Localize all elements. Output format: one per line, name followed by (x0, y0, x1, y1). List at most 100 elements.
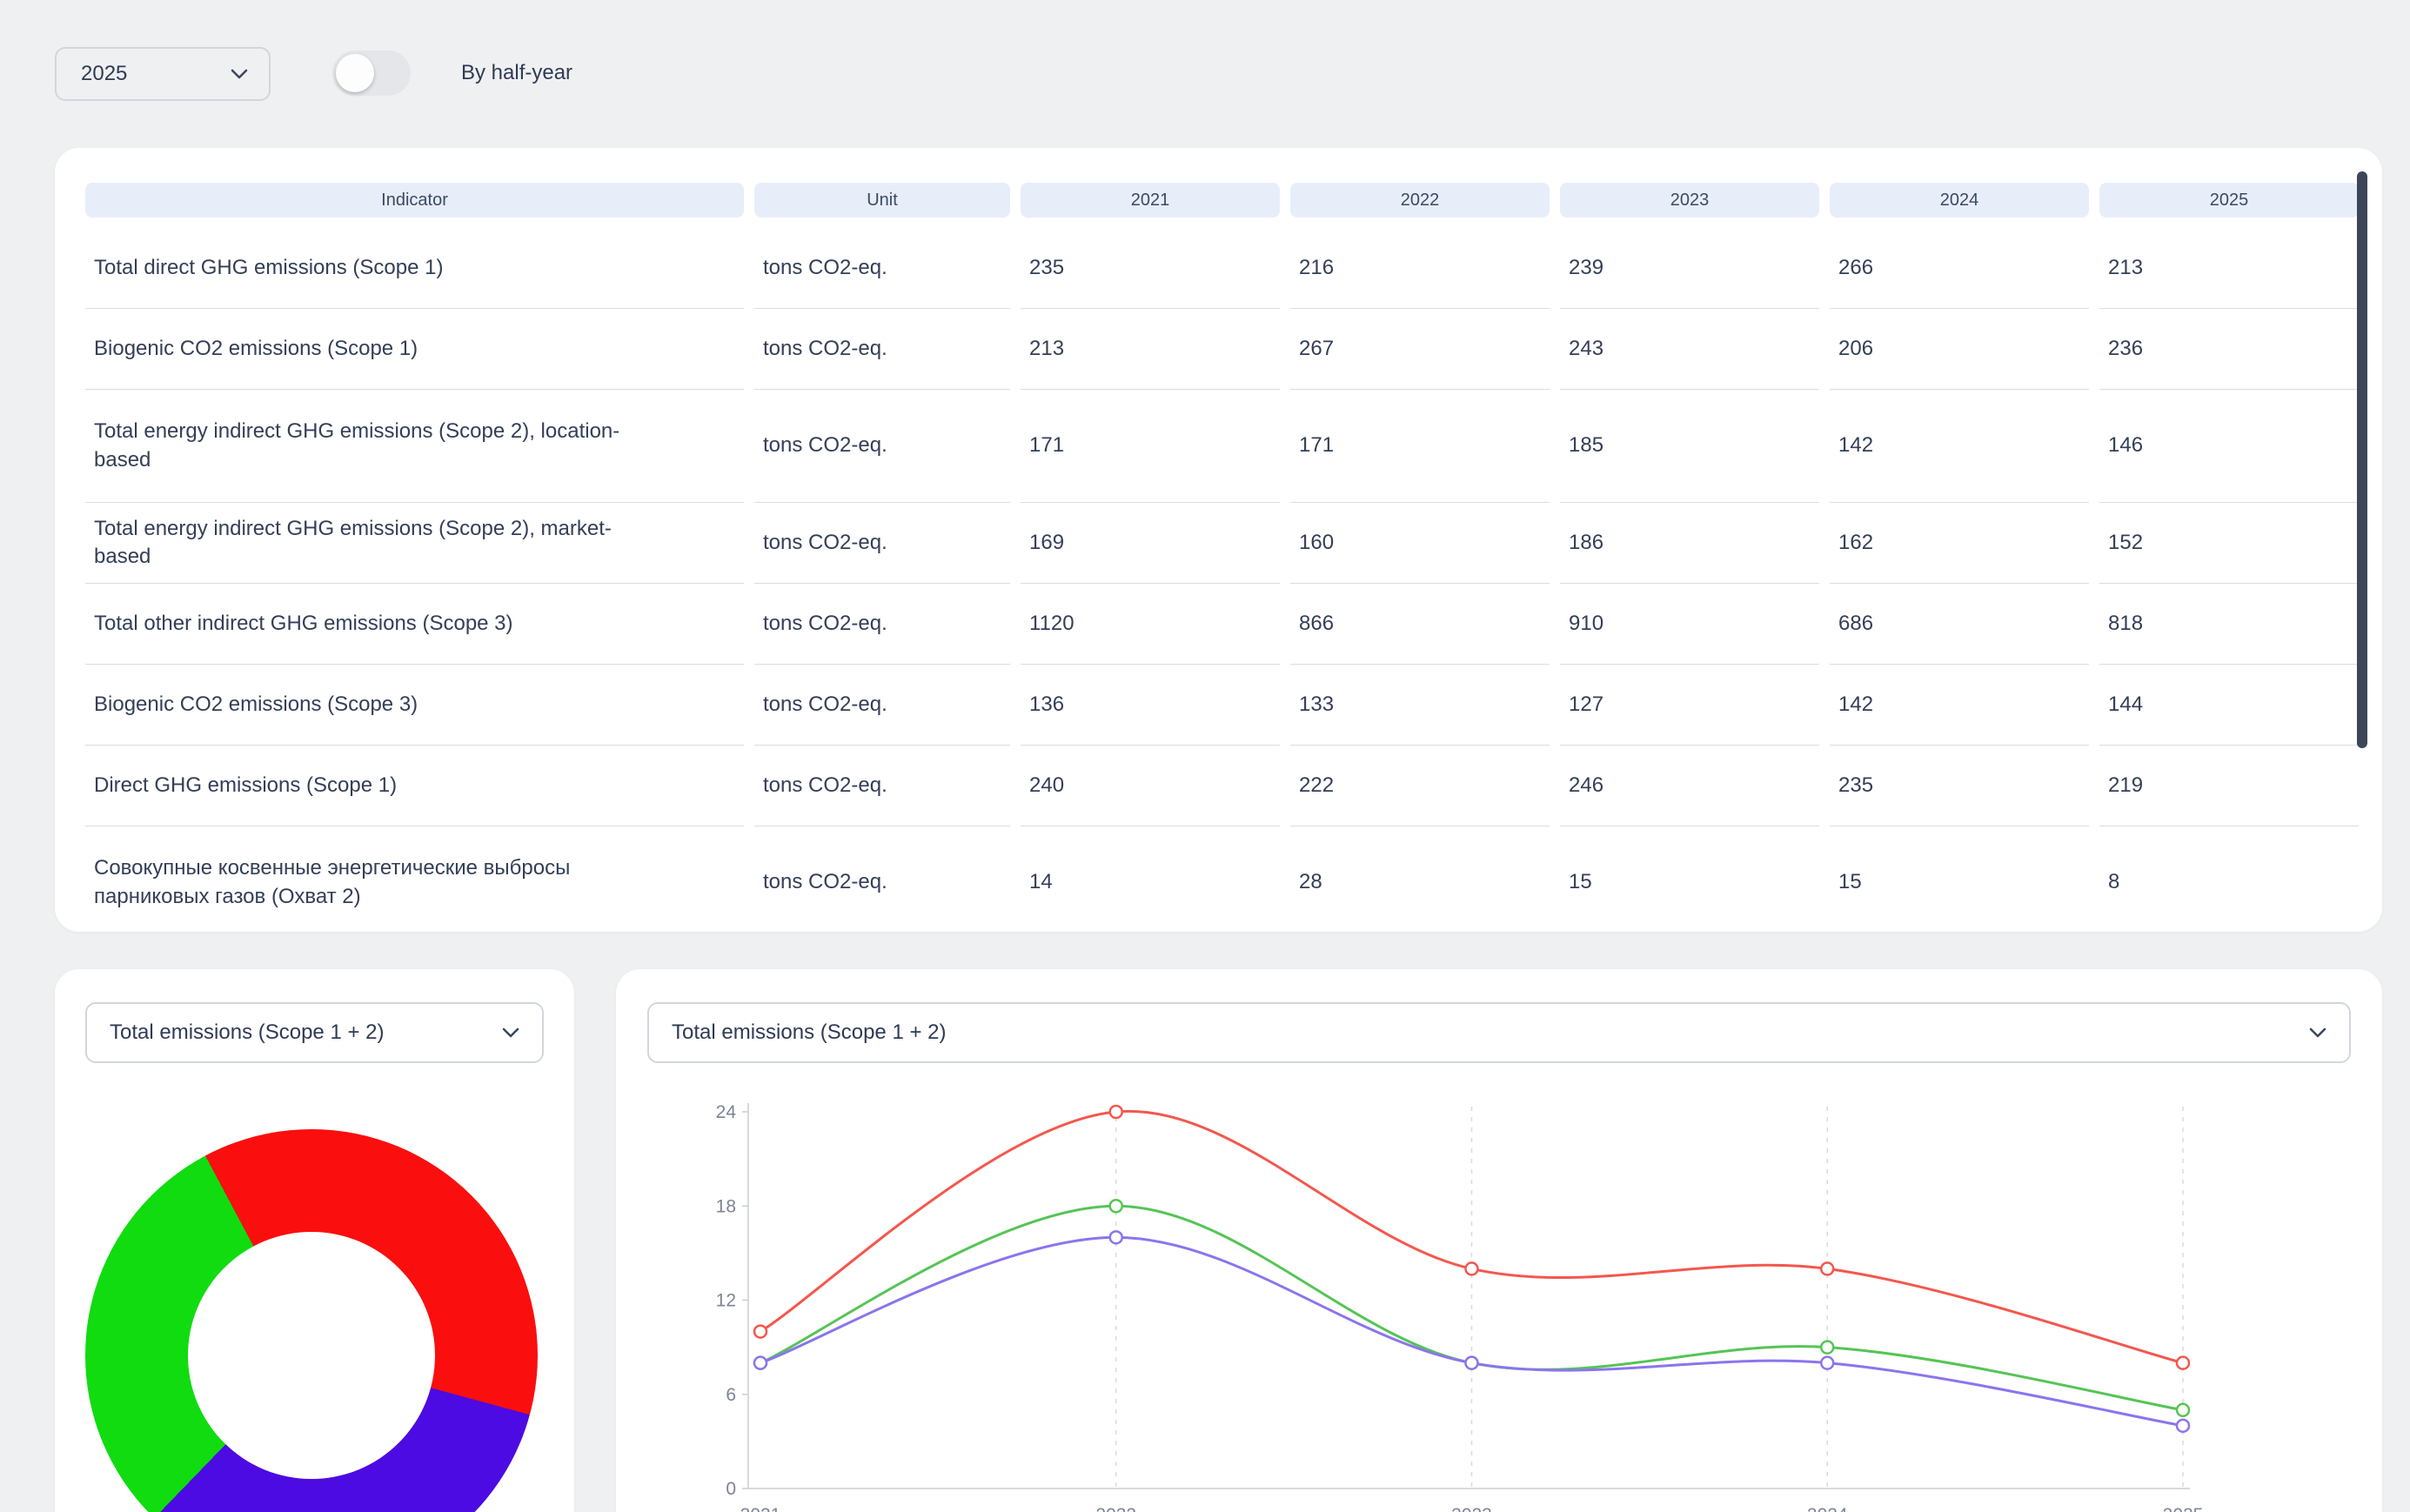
table-row: Total direct GHG emissions (Scope 1) ton… (85, 228, 2382, 309)
table-body: Total direct GHG emissions (Scope 1) ton… (85, 228, 2382, 932)
donut-metric-select[interactable]: Total emissions (Scope 1 + 2) (85, 1002, 544, 1063)
value-cell: 236 (2099, 309, 2359, 390)
svg-text:6: 6 (726, 1385, 736, 1405)
toggle-knob (336, 54, 374, 92)
unit-cell: tons CO2-eq. (754, 746, 1010, 826)
indicator-cell: Total energy indirect GHG emissions (Sco… (85, 503, 744, 584)
donut-hole (188, 1232, 435, 1479)
svg-text:12: 12 (716, 1291, 736, 1311)
value-cell: 133 (1290, 665, 1550, 746)
indicator-cell: Biogenic CO2 emissions (Scope 3) (85, 665, 744, 746)
indicator-cell: Total energy indirect GHG emissions (Sco… (85, 390, 744, 503)
table-row: Biogenic CO2 emissions (Scope 3) tons CO… (85, 665, 2382, 746)
value-cell: 160 (1290, 503, 1550, 584)
table-row: Total energy indirect GHG emissions (Sco… (85, 390, 2382, 503)
table-row: Total energy indirect GHG emissions (Sco… (85, 503, 2382, 584)
value-cell: 213 (1021, 309, 1280, 390)
table-row: Biogenic CO2 emissions (Scope 1) tons CO… (85, 309, 2382, 390)
half-year-label: By half-year (461, 61, 572, 85)
svg-text:24: 24 (716, 1102, 737, 1122)
value-cell: 146 (2099, 390, 2359, 503)
unit-cell: tons CO2-eq. (754, 584, 1010, 665)
half-year-toggle[interactable] (332, 50, 411, 96)
emissions-table-card: Indicator Unit 2021 2022 2023 2024 2025 … (55, 148, 2382, 932)
value-cell: 267 (1290, 309, 1550, 390)
column-header-2023: 2023 (1560, 183, 1819, 217)
value-cell: 222 (1290, 746, 1550, 826)
value-cell: 235 (1021, 228, 1280, 309)
indicator-cell: Direct GHG emissions (Scope 1) (85, 746, 744, 826)
table-row: Direct GHG emissions (Scope 1) tons CO2-… (85, 746, 2382, 826)
indicator-cell: Biogenic CO2 emissions (Scope 1) (85, 309, 744, 390)
line-metric-select-value: Total emissions (Scope 1 + 2) (672, 1020, 946, 1045)
value-cell: 240 (1021, 746, 1280, 826)
value-cell: 206 (1830, 309, 2089, 390)
value-cell: 28 (1290, 826, 1550, 932)
svg-text:2021: 2021 (740, 1505, 781, 1512)
unit-cell: tons CO2-eq. (754, 503, 1010, 584)
indicator-cell: Total other indirect GHG emissions (Scop… (85, 584, 744, 665)
value-cell: 235 (1830, 746, 2089, 826)
column-header-2024: 2024 (1830, 183, 2089, 217)
value-cell: 866 (1290, 584, 1550, 665)
svg-text:0: 0 (726, 1479, 736, 1499)
unit-cell: tons CO2-eq. (754, 390, 1010, 503)
chevron-down-icon (2309, 1027, 2326, 1038)
value-cell: 910 (1560, 584, 1819, 665)
column-header-indicator: Indicator (85, 183, 744, 217)
value-cell: 1120 (1021, 584, 1280, 665)
chevron-down-icon (502, 1027, 519, 1038)
value-cell: 169 (1021, 503, 1280, 584)
value-cell: 171 (1290, 390, 1550, 503)
value-cell: 213 (2099, 228, 2359, 309)
value-cell: 15 (1830, 826, 2089, 932)
indicator-cell: Total direct GHG emissions (Scope 1) (85, 228, 744, 309)
svg-text:2025: 2025 (2163, 1505, 2204, 1512)
table-row: Total other indirect GHG emissions (Scop… (85, 584, 2382, 665)
value-cell: 239 (1560, 228, 1819, 309)
unit-cell: tons CO2-eq. (754, 826, 1010, 932)
year-select-value: 2025 (81, 62, 127, 86)
value-cell: 152 (2099, 503, 2359, 584)
value-cell: 686 (1830, 584, 2089, 665)
year-select[interactable]: 2025 (55, 47, 271, 101)
value-cell: 186 (1560, 503, 1819, 584)
value-cell: 266 (1830, 228, 2089, 309)
donut-metric-select-value: Total emissions (Scope 1 + 2) (110, 1020, 384, 1045)
dashboard-page: 2025 By half-year Indicator Unit 2021 20… (0, 0, 2410, 1512)
table-scrollbar-thumb[interactable] (2357, 171, 2367, 748)
value-cell: 818 (2099, 584, 2359, 665)
value-cell: 8 (2099, 826, 2359, 932)
column-header-unit: Unit (754, 183, 1010, 217)
value-cell: 127 (1560, 665, 1819, 746)
table-row: Совокупные косвенные энергетические выбр… (85, 826, 2382, 932)
value-cell: 162 (1830, 503, 2089, 584)
value-cell: 243 (1560, 309, 1819, 390)
value-cell: 144 (2099, 665, 2359, 746)
unit-cell: tons CO2-eq. (754, 665, 1010, 746)
donut-chart (85, 1129, 538, 1512)
chevron-down-icon (231, 69, 248, 79)
value-cell: 246 (1560, 746, 1819, 826)
svg-text:18: 18 (716, 1196, 736, 1216)
column-header-2021: 2021 (1021, 183, 1280, 217)
unit-cell: tons CO2-eq. (754, 309, 1010, 390)
value-cell: 219 (2099, 746, 2359, 826)
donut-card: Total emissions (Scope 1 + 2) (55, 969, 574, 1512)
line-chart: 0612182420212022202320242025 (668, 1074, 2226, 1512)
indicator-cell: Совокупные косвенные энергетические выбр… (85, 826, 744, 932)
value-cell: 142 (1830, 665, 2089, 746)
value-cell: 14 (1021, 826, 1280, 932)
value-cell: 15 (1560, 826, 1819, 932)
value-cell: 142 (1830, 390, 2089, 503)
column-header-2022: 2022 (1290, 183, 1550, 217)
line-chart-card: Total emissions (Scope 1 + 2) 0 6 12 18 24 20… (616, 969, 2382, 1512)
value-cell: 185 (1560, 390, 1819, 503)
line-metric-select[interactable]: Total emissions (Scope 1 + 2) (647, 1002, 2351, 1063)
value-cell: 136 (1021, 665, 1280, 746)
value-cell: 171 (1021, 390, 1280, 503)
unit-cell: tons CO2-eq. (754, 228, 1010, 309)
svg-text:2024: 2024 (1807, 1505, 1848, 1512)
svg-text:2023: 2023 (1451, 1505, 1492, 1512)
table-header-row: Indicator Unit 2021 2022 2023 2024 2025 (85, 183, 2382, 217)
